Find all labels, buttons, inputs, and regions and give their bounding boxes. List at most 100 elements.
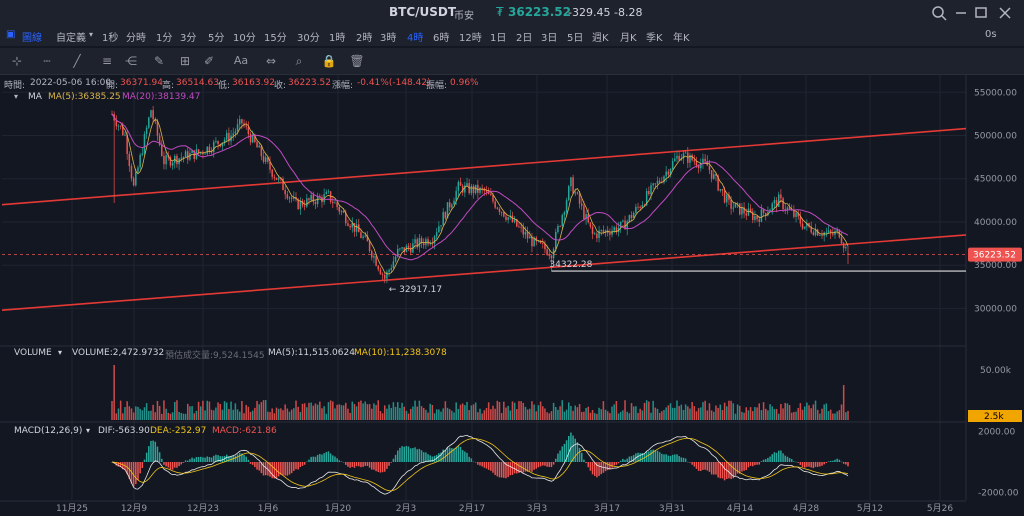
volume-bar <box>383 405 386 420</box>
ma-toggle-icon[interactable]: ▾ <box>14 92 18 101</box>
volume-bar <box>377 400 380 420</box>
volume-bar <box>645 400 648 420</box>
volume-bar <box>444 401 447 420</box>
macd-bar <box>204 457 206 462</box>
volume-bar <box>251 410 254 420</box>
macd-bar <box>464 451 466 462</box>
candle-body <box>667 171 670 175</box>
candle-body <box>407 245 410 248</box>
candle-body <box>684 152 687 154</box>
macd-bar <box>191 457 193 462</box>
candle-body <box>654 183 657 185</box>
candle-body <box>137 167 139 172</box>
macd-bar <box>332 455 334 462</box>
macd-label[interactable]: MACD(12,26,9) <box>14 426 82 436</box>
macd-bar <box>691 462 693 465</box>
candle-body <box>656 180 659 184</box>
macd-bar <box>760 461 763 462</box>
candle-body <box>435 232 438 237</box>
volume-bar <box>643 402 646 420</box>
volume-bar <box>280 408 282 420</box>
volume-bar <box>312 405 315 420</box>
macd-dif: DIF:-563.90 <box>98 426 150 436</box>
volume-bar <box>319 401 321 420</box>
volume-bar <box>262 400 265 420</box>
volume-bar <box>221 409 224 420</box>
candle-body <box>362 236 364 238</box>
chevron-down-icon[interactable]: ▾ <box>86 426 90 435</box>
volume-bar <box>810 408 812 420</box>
volume-bar <box>793 412 795 420</box>
volume-bar <box>559 406 561 420</box>
macd-bar <box>256 462 258 470</box>
volume-tag-label: 2.5k <box>984 412 1004 422</box>
macd-bar <box>174 462 176 468</box>
volume-bar <box>316 404 319 420</box>
macd-bar <box>784 455 786 462</box>
volume-bar <box>189 406 191 420</box>
macd-bar <box>321 454 323 462</box>
macd-bar <box>840 461 843 463</box>
candle-body <box>338 207 341 212</box>
candle <box>143 131 146 156</box>
candle-body <box>150 110 152 118</box>
macd-bar <box>563 443 566 462</box>
volume-bar <box>403 406 405 420</box>
macd-bar <box>487 462 490 470</box>
chevron-down-icon[interactable]: ▾ <box>58 348 62 357</box>
candle-body <box>780 194 782 199</box>
macd-bar <box>293 462 295 471</box>
macd-dea: DEA:-252.97 <box>150 426 207 436</box>
volume-bar <box>345 402 347 420</box>
volume-label[interactable]: VOLUME <box>14 348 52 358</box>
volume-bar <box>163 400 165 420</box>
volume-bar <box>596 413 598 420</box>
candle-body <box>284 190 286 195</box>
volume-bar <box>358 401 360 420</box>
macd-bar <box>338 460 341 462</box>
volume-bar <box>321 408 323 420</box>
volume-bar <box>332 401 334 420</box>
macd-bar <box>713 462 715 475</box>
candle-body <box>340 211 343 212</box>
macd-bar <box>671 454 674 462</box>
macd-bar <box>723 462 726 481</box>
candle-body <box>596 233 598 239</box>
volume-bar <box>500 413 503 420</box>
macd-value: MACD:-621.86 <box>212 426 277 436</box>
ma-label[interactable]: MA <box>28 92 42 102</box>
candle-body <box>306 198 308 207</box>
candle-body <box>678 155 680 161</box>
candle-body <box>825 232 828 234</box>
volume-bar <box>803 406 806 420</box>
volume-bar <box>749 407 752 420</box>
candle-body <box>325 192 328 195</box>
candle-body <box>819 235 821 236</box>
candle-body <box>234 131 237 134</box>
macd-bar <box>669 455 672 462</box>
candle-body <box>477 184 479 193</box>
volume-bar <box>715 405 717 420</box>
candle-body <box>518 226 520 228</box>
volume-bar <box>269 412 271 420</box>
macd-bar <box>656 450 659 462</box>
candle-body <box>448 202 451 208</box>
time-axis-label: 1月6 <box>258 503 279 514</box>
volume-bar <box>264 400 267 420</box>
candle-body <box>225 132 228 140</box>
volume-bar <box>457 408 460 420</box>
macd-axis-label: -2000.00 <box>978 488 1019 498</box>
candle-body <box>840 237 843 244</box>
volume-bar <box>156 400 159 420</box>
candle-body <box>371 250 373 258</box>
volume-bar <box>202 400 204 420</box>
macd-bar <box>388 462 390 466</box>
volume-bar <box>143 407 146 420</box>
candle-body <box>492 195 494 202</box>
volume-bar <box>587 406 589 420</box>
time-axis-label: 4月28 <box>793 503 819 514</box>
macd-bar <box>494 462 496 476</box>
volume-bar <box>663 409 665 420</box>
candle-body <box>342 211 345 213</box>
volume-bar <box>520 401 522 420</box>
